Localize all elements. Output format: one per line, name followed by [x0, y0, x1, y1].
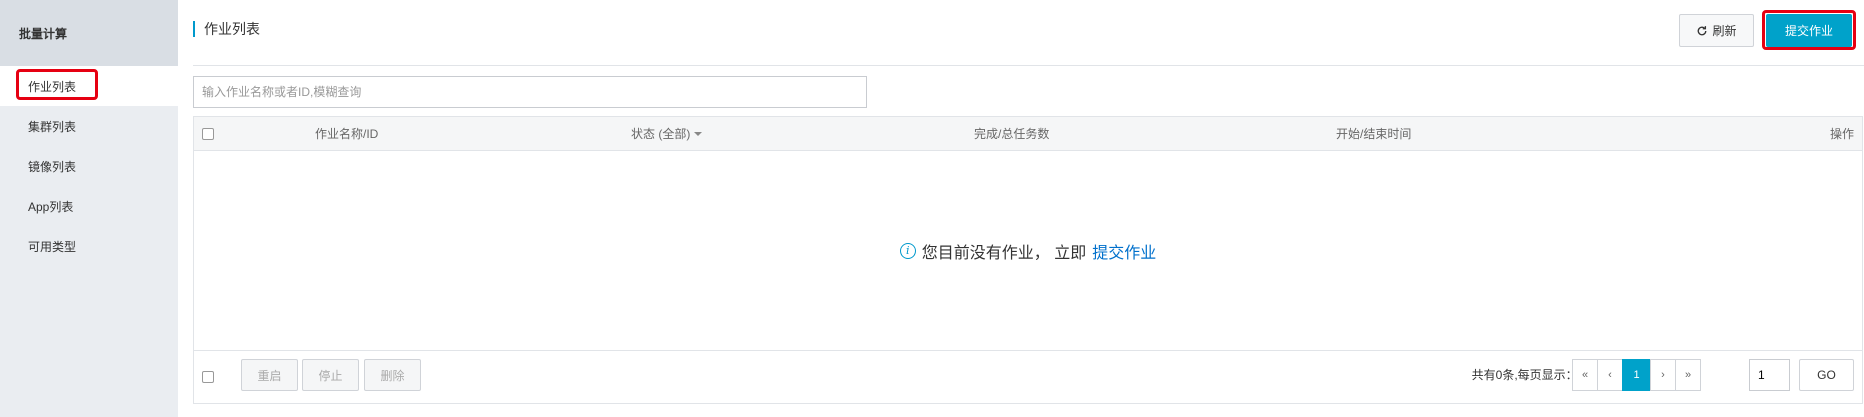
- search-input[interactable]: [193, 76, 867, 108]
- pagination: « ‹ 1 › »: [1572, 359, 1701, 391]
- stop-button[interactable]: 停止: [302, 359, 359, 391]
- caret-down-icon: [694, 132, 703, 136]
- sidebar-item-clusters[interactable]: 集群列表: [0, 106, 178, 146]
- main-content: 作业列表 刷新 提交作业 作业名称/ID 状态 (全部): [178, 0, 1864, 417]
- sidebar-item-label: 可用类型: [28, 239, 77, 254]
- app-root: 批量计算 作业列表 集群列表 镜像列表 App列表 可用类型 作业列表 刷新 提…: [0, 0, 1864, 417]
- column-name: 作业名称/ID: [315, 127, 379, 141]
- empty-submit-link[interactable]: 提交作业: [1092, 239, 1156, 263]
- footer-select-all-checkbox[interactable]: [202, 371, 214, 383]
- last-page-button[interactable]: »: [1675, 359, 1701, 391]
- first-page-button[interactable]: «: [1572, 359, 1598, 391]
- go-button[interactable]: GO: [1799, 359, 1854, 391]
- column-ops: 操作: [1829, 127, 1854, 141]
- sidebar-item-label: App列表: [28, 199, 74, 214]
- page-title: 作业列表: [193, 21, 260, 37]
- sidebar-item-label: 作业列表: [28, 79, 77, 94]
- table-footer: 重启 停止 删除 共有0条,每页显示：10条 « ‹ 1 › » GO: [194, 351, 1862, 403]
- column-status-label: 状态 (全部): [631, 127, 691, 141]
- delete-button[interactable]: 删除: [364, 359, 421, 391]
- empty-message: 您目前没有作业， 立即: [921, 244, 1087, 262]
- jobs-table: 作业名称/ID 状态 (全部) 完成/总任务数 开始/结束时间 操作 i 您目前…: [193, 116, 1863, 404]
- empty-state: i 您目前没有作业， 立即 提交作业: [194, 151, 1862, 351]
- submit-job-label: 提交作业: [1784, 24, 1833, 38]
- page-header: 作业列表 刷新 提交作业: [193, 0, 1864, 66]
- sidebar-nav: 作业列表 集群列表 镜像列表 App列表 可用类型: [0, 66, 178, 266]
- column-status-filter[interactable]: 状态 (全部): [631, 117, 703, 151]
- submit-job-button[interactable]: 提交作业: [1766, 14, 1852, 47]
- sidebar-item-images[interactable]: 镜像列表: [0, 146, 178, 186]
- restart-button[interactable]: 重启: [241, 359, 298, 391]
- sidebar-item-jobs[interactable]: 作业列表: [0, 66, 178, 106]
- prev-page-button[interactable]: ‹: [1597, 359, 1623, 391]
- sidebar-item-label: 集群列表: [28, 119, 77, 134]
- sidebar-item-apps[interactable]: App列表: [0, 186, 178, 226]
- table-header: 作业名称/ID 状态 (全部) 完成/总任务数 开始/结束时间 操作: [194, 117, 1862, 151]
- sidebar-item-types[interactable]: 可用类型: [0, 226, 178, 266]
- select-all-checkbox[interactable]: [202, 128, 214, 140]
- sidebar-item-label: 镜像列表: [28, 159, 77, 174]
- info-icon: i: [899, 242, 916, 259]
- refresh-icon: [1698, 25, 1707, 35]
- refresh-label: 刷新: [1712, 24, 1737, 38]
- current-page-button[interactable]: 1: [1622, 359, 1651, 391]
- next-page-button[interactable]: ›: [1650, 359, 1676, 391]
- sidebar-title: 批量计算: [0, 0, 178, 66]
- refresh-button[interactable]: 刷新: [1679, 14, 1754, 47]
- column-progress: 完成/总任务数: [974, 127, 1050, 141]
- column-time: 开始/结束时间: [1336, 127, 1412, 141]
- select-all-checkbox-cell: [202, 128, 214, 140]
- sidebar: 批量计算 作业列表 集群列表 镜像列表 App列表 可用类型: [0, 0, 178, 417]
- page-number-input[interactable]: [1749, 359, 1790, 391]
